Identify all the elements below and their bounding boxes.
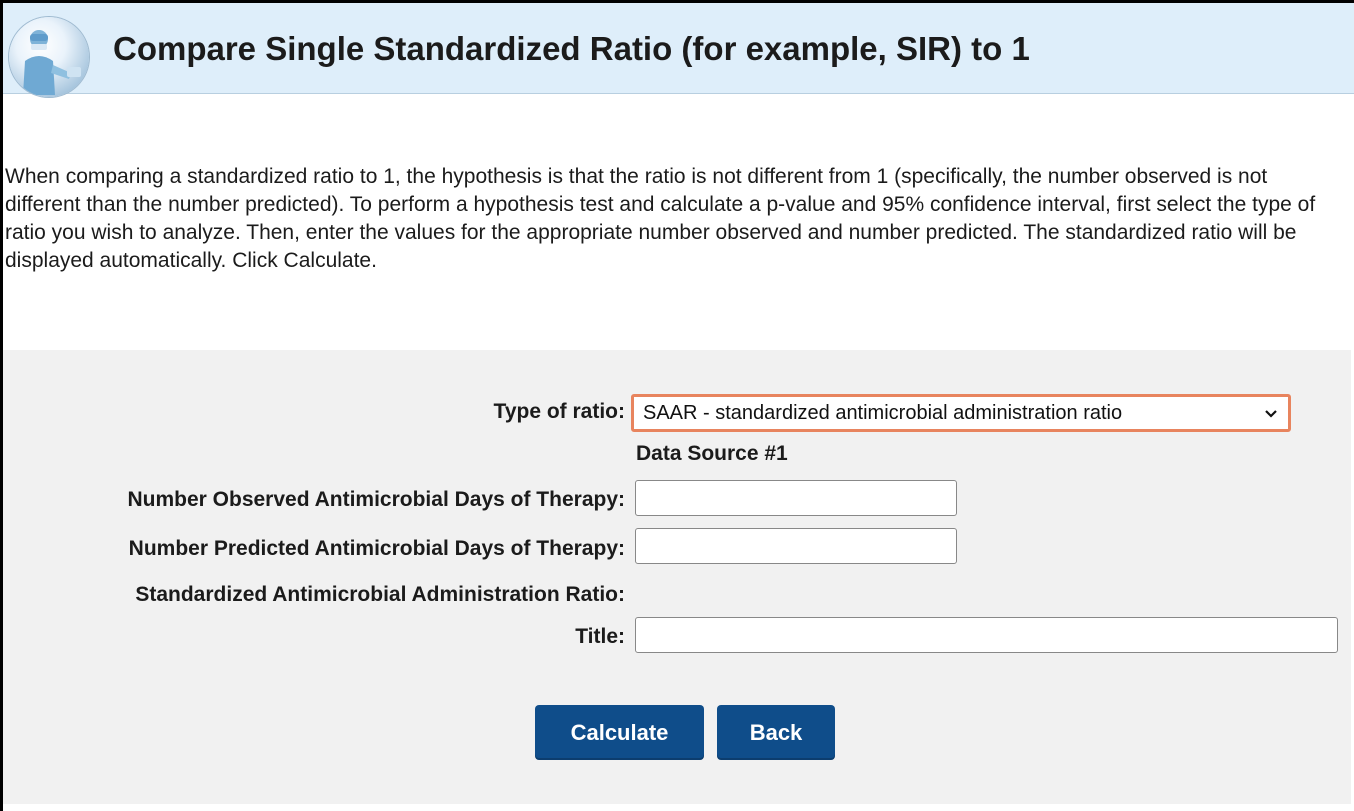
page-header: Compare Single Standardized Ratio (for e… — [3, 3, 1354, 97]
chevron-down-icon — [1264, 398, 1278, 442]
observed-input[interactable] — [635, 480, 957, 516]
type-of-ratio-select[interactable]: SAAR - standardized antimicrobial admini… — [631, 394, 1291, 432]
intro-paragraph: When comparing a standardized ratio to 1… — [5, 165, 1316, 272]
title-input[interactable] — [635, 617, 1338, 653]
ratio-label: Standardized Antimicrobial Administratio… — [135, 583, 625, 606]
back-button[interactable]: Back — [717, 705, 835, 760]
type-of-ratio-selected-value: SAAR - standardized antimicrobial admini… — [643, 402, 1123, 424]
predicted-label: Number Predicted Antimicrobial Days of T… — [128, 537, 625, 560]
calculate-button[interactable]: Calculate — [535, 705, 704, 760]
observed-label: Number Observed Antimicrobial Days of Th… — [127, 488, 625, 511]
page-title: Compare Single Standardized Ratio (for e… — [113, 30, 1030, 67]
predicted-input[interactable] — [635, 528, 957, 564]
title-label: Title: — [575, 625, 625, 648]
healthcare-worker-logo-icon — [9, 17, 89, 97]
data-source-label: Data Source #1 — [636, 442, 788, 465]
type-of-ratio-label: Type of ratio: — [493, 400, 625, 423]
